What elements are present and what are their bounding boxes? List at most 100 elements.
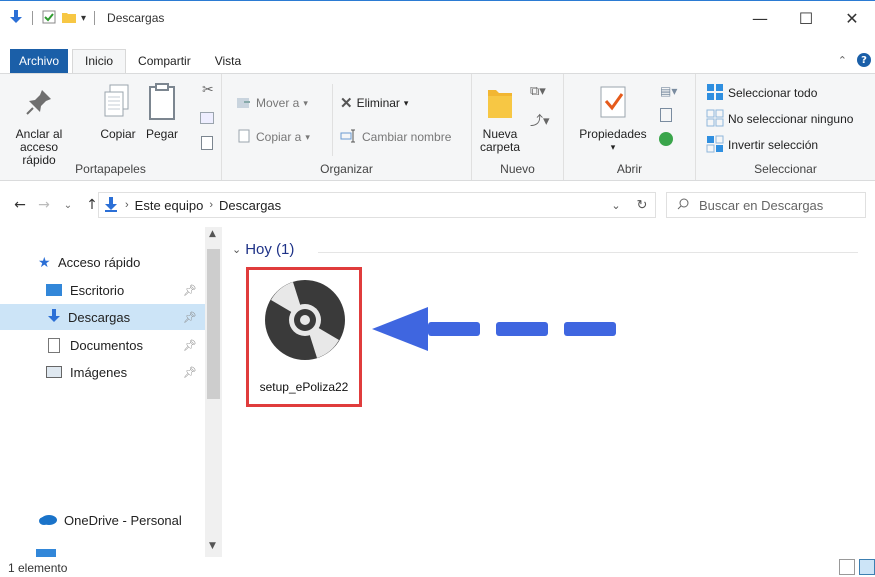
rename-button[interactable]: Cambiar nombre [340, 126, 451, 148]
navigation-pane: ★ Acceso rápido Escritorio 📌︎ Descargas … [0, 227, 222, 557]
cloud-icon [38, 513, 58, 528]
desktop-icon [46, 284, 62, 296]
history-icon[interactable] [659, 132, 673, 146]
copy-button[interactable]: Copiar [100, 80, 136, 141]
select-all-icon [706, 83, 724, 104]
breadcrumb-separator-icon: › [209, 199, 214, 211]
download-arrow-icon [46, 308, 62, 327]
group-organizar: Mover a ▾ Copiar a ▾ ✕ Eliminar ▾ Cambia… [222, 74, 472, 180]
nav-item-imagenes[interactable]: Imágenes 📌︎ [0, 359, 205, 385]
select-all-button[interactable]: Seleccionar todo [706, 82, 817, 104]
invert-selection-button[interactable]: Invertir selección [706, 134, 818, 156]
invert-selection-icon [706, 135, 724, 156]
ribbon-tabs: Archivo Inicio Compartir Vista ⌃ ? [0, 47, 875, 73]
details-view-icon[interactable] [839, 559, 855, 575]
item-count: 1 elemento [8, 560, 68, 575]
help-icon[interactable]: ? [857, 53, 871, 67]
select-none-button[interactable]: No seleccionar ninguno [706, 108, 853, 130]
pin-icon[interactable]: 📌︎ [183, 366, 197, 379]
properties-icon [574, 80, 652, 124]
content-area: ⌄ Hoy (1) setup_ePoliza22 [226, 227, 875, 557]
cut-icon[interactable]: ✂ [202, 82, 214, 98]
move-icon [236, 94, 252, 113]
annotation-arrow [372, 307, 622, 354]
copy-path-icon[interactable] [200, 112, 214, 124]
close-button[interactable]: ✕ [829, 1, 875, 35]
separator [32, 11, 33, 25]
paste-button[interactable]: Pegar [140, 80, 184, 141]
tab-vista[interactable]: Vista [203, 50, 253, 73]
pin-icon[interactable]: 📌︎ [183, 339, 197, 352]
delete-button[interactable]: ✕ Eliminar ▾ [340, 92, 408, 114]
copy-to-icon [236, 128, 252, 147]
group-nuevo: Nueva carpeta ⧉▾ ⤴▾ Nuevo [472, 74, 564, 180]
collapse-ribbon-icon[interactable]: ⌃ [838, 54, 847, 67]
nav-item-partial[interactable] [36, 549, 56, 557]
window-title: Descargas [107, 11, 165, 25]
nav-item-acceso-rapido[interactable]: ★ Acceso rápido [0, 249, 205, 275]
back-arrow-icon[interactable]: ← [8, 193, 32, 217]
folder-icon [478, 80, 522, 124]
downloads-location-icon [103, 196, 119, 215]
select-none-icon [706, 109, 724, 130]
pin-quick-access-button[interactable]: Anclar al acceso rápido [8, 80, 70, 167]
refresh-icon[interactable]: ↻ [629, 197, 655, 213]
nav-item-escritorio[interactable]: Escritorio 📌︎ [0, 277, 205, 303]
tab-inicio[interactable]: Inicio [72, 49, 127, 73]
customize-dropdown-icon[interactable]: ▾ [81, 13, 86, 24]
group-seleccionar: Seleccionar todo No seleccionar ninguno … [696, 74, 875, 180]
paste-icon [140, 80, 184, 124]
properties-check-icon[interactable] [41, 9, 57, 28]
nav-item-descargas[interactable]: Descargas 📌︎ [0, 304, 205, 330]
window-controls: — ☐ ✕ [737, 1, 875, 35]
search-placeholder: Buscar en Descargas [699, 197, 824, 213]
rename-icon [340, 129, 358, 146]
nav-item-onedrive[interactable]: OneDrive - Personal [0, 507, 205, 533]
address-bar[interactable]: › Este equipo › Descargas ⌄ ↻ [98, 192, 656, 218]
group-header-hoy[interactable]: ⌄ Hoy (1) [232, 241, 858, 258]
pictures-icon [46, 366, 62, 378]
breadcrumb-este-equipo[interactable]: Este equipo [135, 198, 204, 213]
chevron-down-icon: ⌄ [232, 244, 242, 256]
easy-access-icon[interactable]: ⤴▾ [530, 110, 550, 129]
scroll-thumb[interactable] [207, 249, 220, 399]
breadcrumb-descargas[interactable]: Descargas [219, 198, 281, 213]
search-box[interactable]: Buscar en Descargas [666, 192, 866, 218]
chevron-down-icon: ▾ [610, 142, 616, 152]
nav-pane-scrollbar[interactable]: ▲ ▼ [205, 227, 222, 557]
maximize-button[interactable]: ☐ [783, 1, 829, 35]
forward-arrow-icon[interactable]: → [32, 193, 56, 217]
copy-to-button[interactable]: Copiar a ▾ [236, 126, 310, 148]
minimize-button[interactable]: — [737, 1, 783, 35]
navigation-row: ← → ⌄ ↑ › Este equipo › Descargas ⌄ ↻ Bu… [0, 187, 875, 223]
move-to-button[interactable]: Mover a ▾ [236, 92, 308, 114]
scroll-down-icon[interactable]: ▼ [209, 541, 216, 551]
scroll-up-icon[interactable]: ▲ [209, 229, 216, 239]
large-icons-view-icon[interactable] [859, 559, 875, 575]
tab-archivo[interactable]: Archivo [10, 49, 69, 73]
pin-icon[interactable]: 📌︎ [183, 311, 197, 324]
chevron-down-icon: ▾ [303, 97, 308, 108]
open-icon[interactable]: ▤▾ [660, 84, 677, 98]
chevron-down-icon: ▾ [403, 97, 409, 108]
new-folder-icon[interactable] [61, 9, 77, 28]
status-bar: 1 elemento [0, 557, 875, 577]
delete-x-icon: ✕ [340, 95, 353, 112]
group-label-organizar: Organizar [320, 162, 373, 176]
pin-icon[interactable]: 📌︎ [183, 284, 197, 297]
file-item-setup[interactable]: setup_ePoliza22 [246, 267, 362, 407]
nav-item-documentos[interactable]: Documentos 📌︎ [0, 332, 205, 358]
recent-locations-chevron-icon[interactable]: ⌄ [56, 193, 80, 217]
group-label-portapapeles: Portapapeles [75, 162, 146, 176]
document-icon [48, 337, 60, 353]
paste-shortcut-icon[interactable] [201, 136, 213, 150]
separator [332, 84, 333, 156]
properties-button[interactable]: Propiedades ▾ [574, 80, 652, 154]
new-item-icon[interactable]: ⧉▾ [530, 84, 546, 99]
copy-icon [100, 80, 136, 124]
title-bar: ▾ Descargas — ☐ ✕ [0, 1, 875, 35]
edit-icon[interactable] [660, 108, 672, 122]
new-folder-button[interactable]: Nueva carpeta [478, 80, 522, 154]
address-dropdown-icon[interactable]: ⌄ [603, 199, 629, 212]
tab-compartir[interactable]: Compartir [126, 50, 203, 73]
